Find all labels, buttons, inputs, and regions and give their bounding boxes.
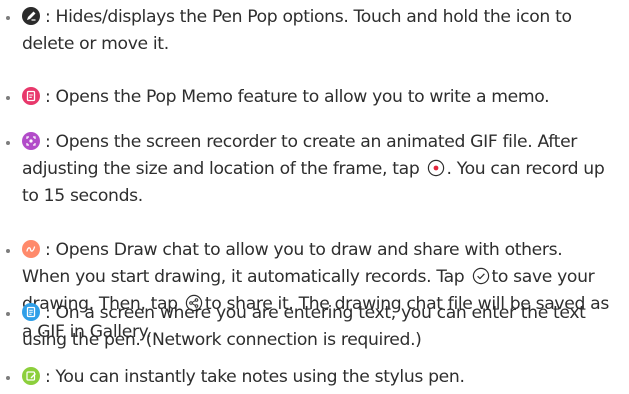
item-line: delete or move it. xyxy=(22,34,169,55)
list-item-quick-notes: : You can instantly take notes using the… xyxy=(0,364,629,391)
item-line: : Opens Draw chat to allow you to draw a… xyxy=(45,240,563,260)
pop-memo-icon xyxy=(22,87,40,105)
bullet xyxy=(6,96,10,100)
bullet xyxy=(6,376,10,380)
list-item-pen-keyboard: : On a screen where you are entering tex… xyxy=(0,300,629,354)
pen-keyboard-icon xyxy=(22,303,40,321)
item-line: : Opens the screen recorder to create an… xyxy=(45,132,578,152)
bullet xyxy=(6,249,10,253)
bullet xyxy=(6,312,10,316)
bullet xyxy=(6,141,10,145)
screen-recorder-icon xyxy=(22,132,40,150)
item-text: : You can instantly take notes using the… xyxy=(0,364,629,391)
bullet xyxy=(6,16,10,20)
item-text: : Opens the screen recorder to create an… xyxy=(0,129,629,211)
item-line: : Opens the Pop Memo feature to allow yo… xyxy=(45,87,550,107)
list-item-screen-recorder: : Opens the screen recorder to create an… xyxy=(0,129,629,211)
item-line: to 15 seconds. xyxy=(22,186,143,207)
item-text: : Hides/displays the Pen Pop options. To… xyxy=(0,4,629,58)
item-line: to save your xyxy=(491,267,595,288)
draw-chat-icon xyxy=(22,240,40,258)
item-text: : On a screen where you are entering tex… xyxy=(0,300,629,354)
item-line: . You can record up xyxy=(446,159,605,180)
item-text: : Opens the Pop Memo feature to allow yo… xyxy=(0,84,629,111)
item-line: adjusting the size and location of the f… xyxy=(22,159,420,180)
item-line: : Hides/displays the Pen Pop options. To… xyxy=(45,7,572,27)
list-item-pop-memo: : Opens the Pop Memo feature to allow yo… xyxy=(0,84,629,111)
list-item-pen-pop: : Hides/displays the Pen Pop options. To… xyxy=(0,4,629,58)
item-line: using the pen. (Network connection is re… xyxy=(22,330,422,351)
item-line: : On a screen where you are entering tex… xyxy=(45,303,586,323)
item-line: When you start drawing, it automatically… xyxy=(22,267,465,288)
quick-notes-icon xyxy=(22,367,40,385)
check-circle-icon xyxy=(472,267,490,285)
record-button-icon xyxy=(427,159,445,177)
item-line: : You can instantly take notes using the… xyxy=(45,367,465,387)
pen-pop-icon xyxy=(22,7,40,25)
